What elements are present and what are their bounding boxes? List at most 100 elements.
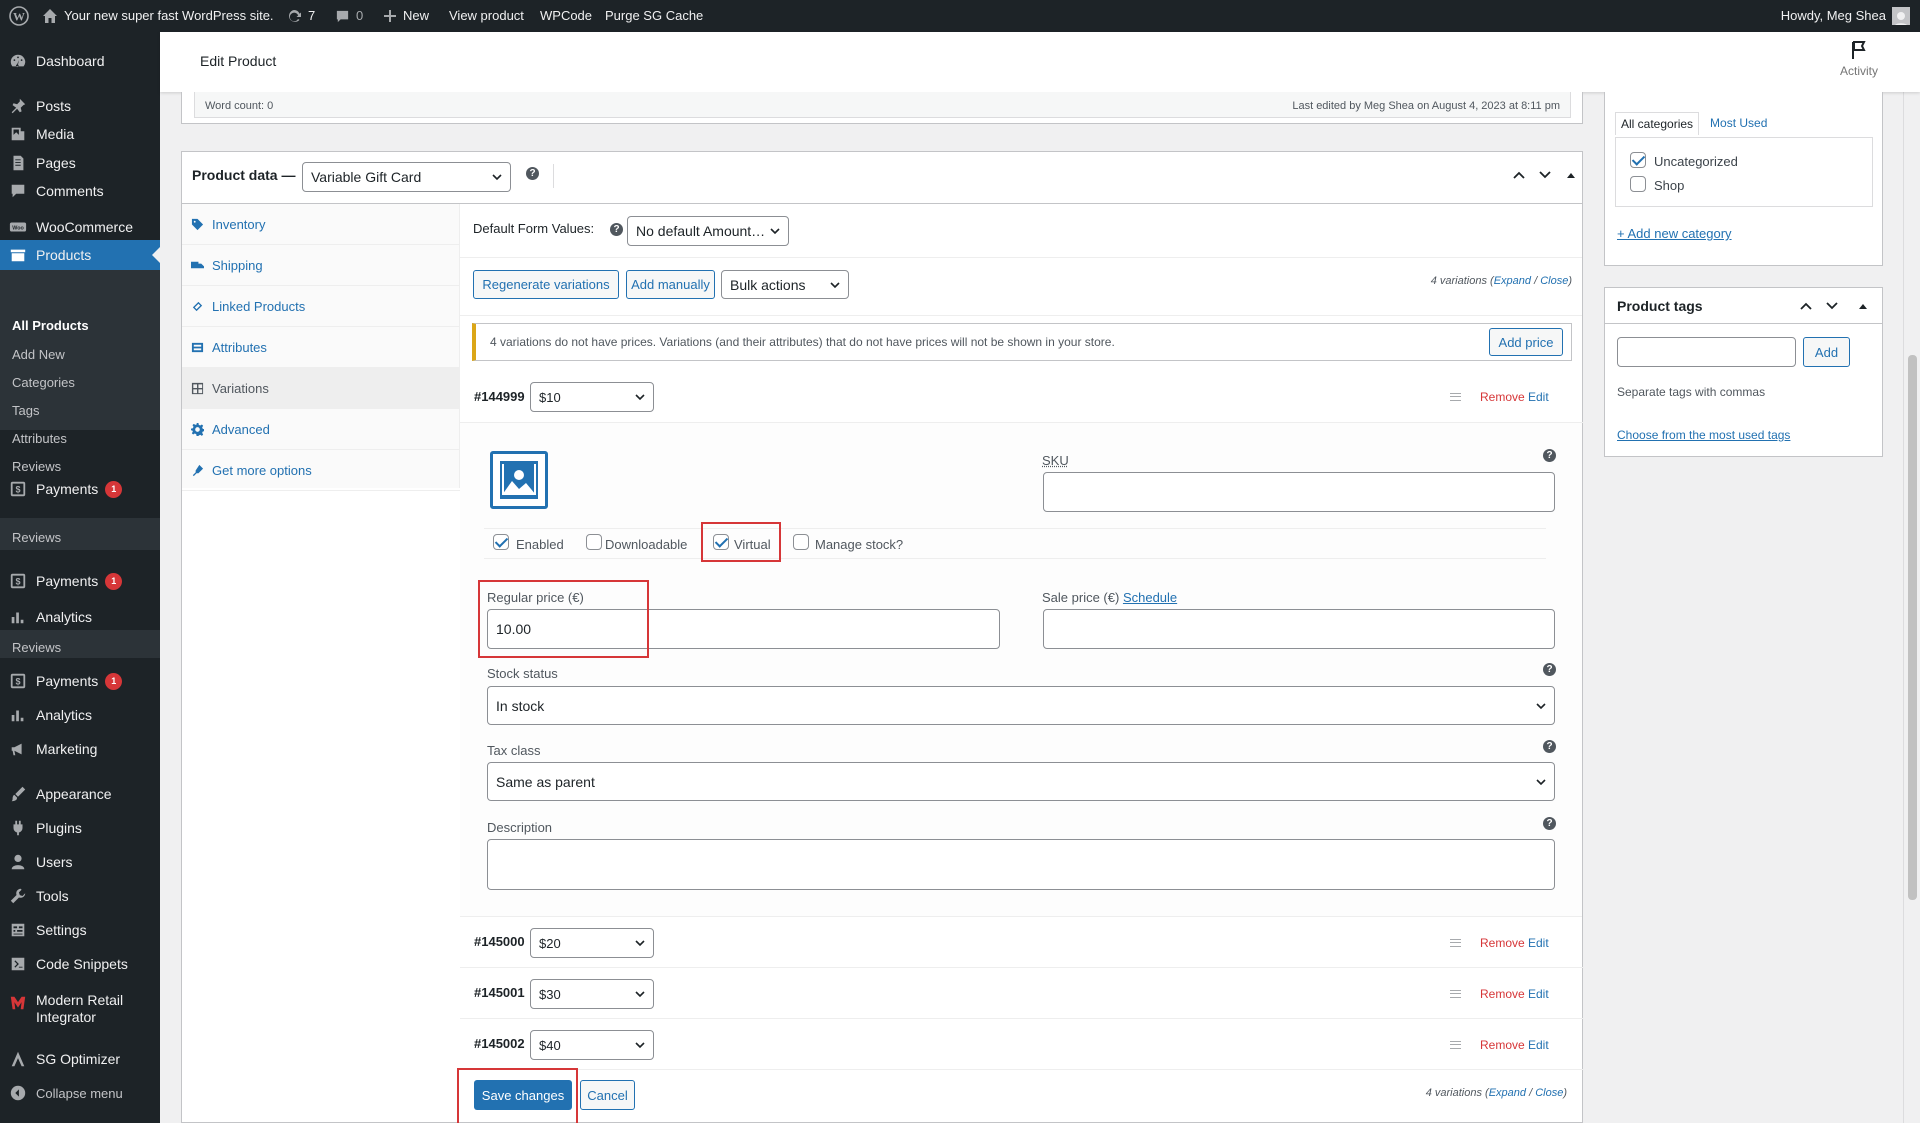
drag-handle-icon[interactable]: [1450, 393, 1461, 401]
add-new-category-link[interactable]: + Add new category: [1617, 226, 1732, 241]
scrollbar-track[interactable]: [1903, 32, 1920, 1123]
submenu-attributes[interactable]: Attributes: [12, 431, 67, 446]
description-help-icon[interactable]: ?: [1543, 817, 1556, 830]
submenu-all-products[interactable]: All Products: [12, 318, 89, 333]
tab-get-more-options[interactable]: Get more options: [182, 450, 460, 491]
stock-status-help-icon[interactable]: ?: [1543, 663, 1556, 676]
drag-handle-icon[interactable]: [1450, 1041, 1461, 1049]
drag-handle-icon[interactable]: [1450, 939, 1461, 947]
move-down-icon[interactable]: [1825, 301, 1839, 311]
menu-pages[interactable]: Pages: [0, 148, 160, 178]
menu-payments-2[interactable]: $ Payments 1: [0, 566, 160, 596]
variation-image-upload[interactable]: [490, 451, 548, 509]
menu-analytics[interactable]: Analytics: [0, 602, 160, 632]
tab-advanced[interactable]: Advanced: [182, 409, 460, 450]
move-down-icon[interactable]: [1538, 170, 1552, 180]
expand-link[interactable]: Expand: [1494, 275, 1531, 287]
menu-tools[interactable]: Tools: [0, 881, 160, 911]
product-type-select[interactable]: Variable Gift Card: [302, 162, 511, 192]
menu-modern-retail[interactable]: Modern Retail Integrator: [0, 992, 160, 1034]
tab-most-used[interactable]: Most Used: [1699, 112, 1778, 135]
menu-users[interactable]: Users: [0, 847, 160, 877]
edit-link[interactable]: Edit: [1528, 390, 1549, 404]
scrollbar-thumb[interactable]: [1908, 355, 1917, 900]
submenu-payments-reviews[interactable]: Reviews: [12, 530, 61, 545]
tab-shipping[interactable]: Shipping: [182, 245, 460, 286]
toggle-panel-icon[interactable]: [1566, 171, 1576, 179]
menu-sg-optimizer[interactable]: SG Optimizer: [0, 1044, 160, 1074]
add-tag-button[interactable]: Add: [1803, 337, 1850, 367]
menu-appearance[interactable]: Appearance: [0, 779, 160, 809]
close-link[interactable]: Close: [1540, 275, 1568, 287]
wordpress-logo-icon[interactable]: W: [9, 0, 29, 32]
view-product-link[interactable]: View product: [449, 0, 524, 32]
schedule-link[interactable]: Schedule: [1123, 590, 1177, 605]
variation-amount-select[interactable]: $30: [530, 979, 654, 1009]
tag-input[interactable]: [1617, 337, 1796, 367]
menu-woocommerce[interactable]: Woo WooCommerce: [0, 212, 160, 242]
tab-inventory[interactable]: Inventory: [182, 204, 460, 245]
remove-link[interactable]: Remove: [1480, 1038, 1525, 1052]
add-manually-button[interactable]: Add manually: [626, 270, 715, 299]
variation-amount-select[interactable]: $20: [530, 928, 654, 958]
variation-row-144999[interactable]: #144999 $10 Remove Edit: [460, 372, 1584, 423]
default-form-help-icon[interactable]: ?: [610, 223, 623, 236]
sale-price-input[interactable]: [1043, 609, 1555, 649]
tax-class-help-icon[interactable]: ?: [1543, 740, 1556, 753]
wpcode-link[interactable]: WPCode: [540, 0, 592, 32]
move-up-icon[interactable]: [1799, 301, 1813, 311]
menu-payments[interactable]: $ Payments 1: [0, 474, 160, 504]
add-price-button[interactable]: Add price: [1489, 328, 1563, 356]
submenu-tags[interactable]: Tags: [12, 403, 39, 418]
menu-settings[interactable]: Settings: [0, 915, 160, 945]
menu-media[interactable]: Media: [0, 119, 160, 149]
variation-row-145001[interactable]: #145001 $30 Remove Edit: [460, 968, 1584, 1019]
edit-link[interactable]: Edit: [1528, 1038, 1549, 1052]
description-textarea[interactable]: [487, 839, 1555, 890]
menu-analytics-2[interactable]: Analytics: [0, 700, 160, 730]
remove-link[interactable]: Remove: [1480, 987, 1525, 1001]
remove-link[interactable]: Remove: [1480, 936, 1525, 950]
purge-cache-link[interactable]: Purge SG Cache: [605, 0, 703, 32]
menu-payments-3[interactable]: $ Payments 1: [0, 666, 160, 696]
sku-help-icon[interactable]: ?: [1543, 449, 1556, 462]
default-amount-select[interactable]: No default Amount…: [627, 216, 789, 246]
submenu-reviews-2[interactable]: Reviews: [12, 640, 61, 655]
category-shop-checkbox[interactable]: [1630, 176, 1646, 192]
updates-link[interactable]: 7: [286, 0, 315, 32]
collapse-menu-button[interactable]: Collapse menu: [0, 1078, 160, 1108]
new-link[interactable]: New: [383, 0, 429, 32]
stock-status-select[interactable]: In stock: [487, 686, 1555, 725]
remove-link[interactable]: Remove: [1480, 390, 1525, 404]
choose-most-used-tags-link[interactable]: Choose from the most used tags: [1617, 428, 1790, 442]
variation-row-145000[interactable]: #145000 $20 Remove Edit: [460, 917, 1584, 968]
submenu-categories[interactable]: Categories: [12, 375, 75, 390]
account-link[interactable]: Howdy, Meg Shea: [1781, 0, 1910, 32]
edit-link[interactable]: Edit: [1528, 936, 1549, 950]
variation-row-145002[interactable]: #145002 $40 Remove Edit: [460, 1019, 1584, 1070]
activity-button[interactable]: Activity: [1834, 40, 1884, 78]
close-link[interactable]: Close: [1535, 1087, 1563, 1099]
menu-posts[interactable]: Posts: [0, 91, 160, 121]
submenu-add-new[interactable]: Add New: [12, 347, 65, 362]
menu-dashboard[interactable]: Dashboard: [0, 46, 160, 76]
menu-products[interactable]: Products: [0, 240, 160, 270]
bulk-actions-select[interactable]: Bulk actions: [721, 270, 849, 299]
tax-class-select[interactable]: Same as parent: [487, 762, 1555, 801]
site-name-link[interactable]: Your new super fast WordPress site.: [42, 0, 274, 32]
tab-all-categories[interactable]: All categories: [1615, 112, 1700, 135]
submenu-reviews[interactable]: Reviews: [12, 459, 61, 474]
tab-variations[interactable]: Variations: [182, 368, 460, 409]
comments-link[interactable]: 0: [335, 0, 363, 32]
manage-stock-checkbox[interactable]: [793, 534, 809, 550]
product-type-help-icon[interactable]: ?: [526, 167, 539, 180]
tab-linked-products[interactable]: Linked Products: [182, 286, 460, 327]
enabled-checkbox[interactable]: [493, 534, 509, 550]
cancel-button[interactable]: Cancel: [580, 1080, 635, 1110]
variation-amount-select[interactable]: $40: [530, 1030, 654, 1060]
regenerate-variations-button[interactable]: Regenerate variations: [473, 270, 619, 299]
toggle-panel-icon[interactable]: [1858, 302, 1868, 310]
move-up-icon[interactable]: [1512, 170, 1526, 180]
category-uncategorized-checkbox[interactable]: [1630, 152, 1646, 168]
drag-handle-icon[interactable]: [1450, 990, 1461, 998]
